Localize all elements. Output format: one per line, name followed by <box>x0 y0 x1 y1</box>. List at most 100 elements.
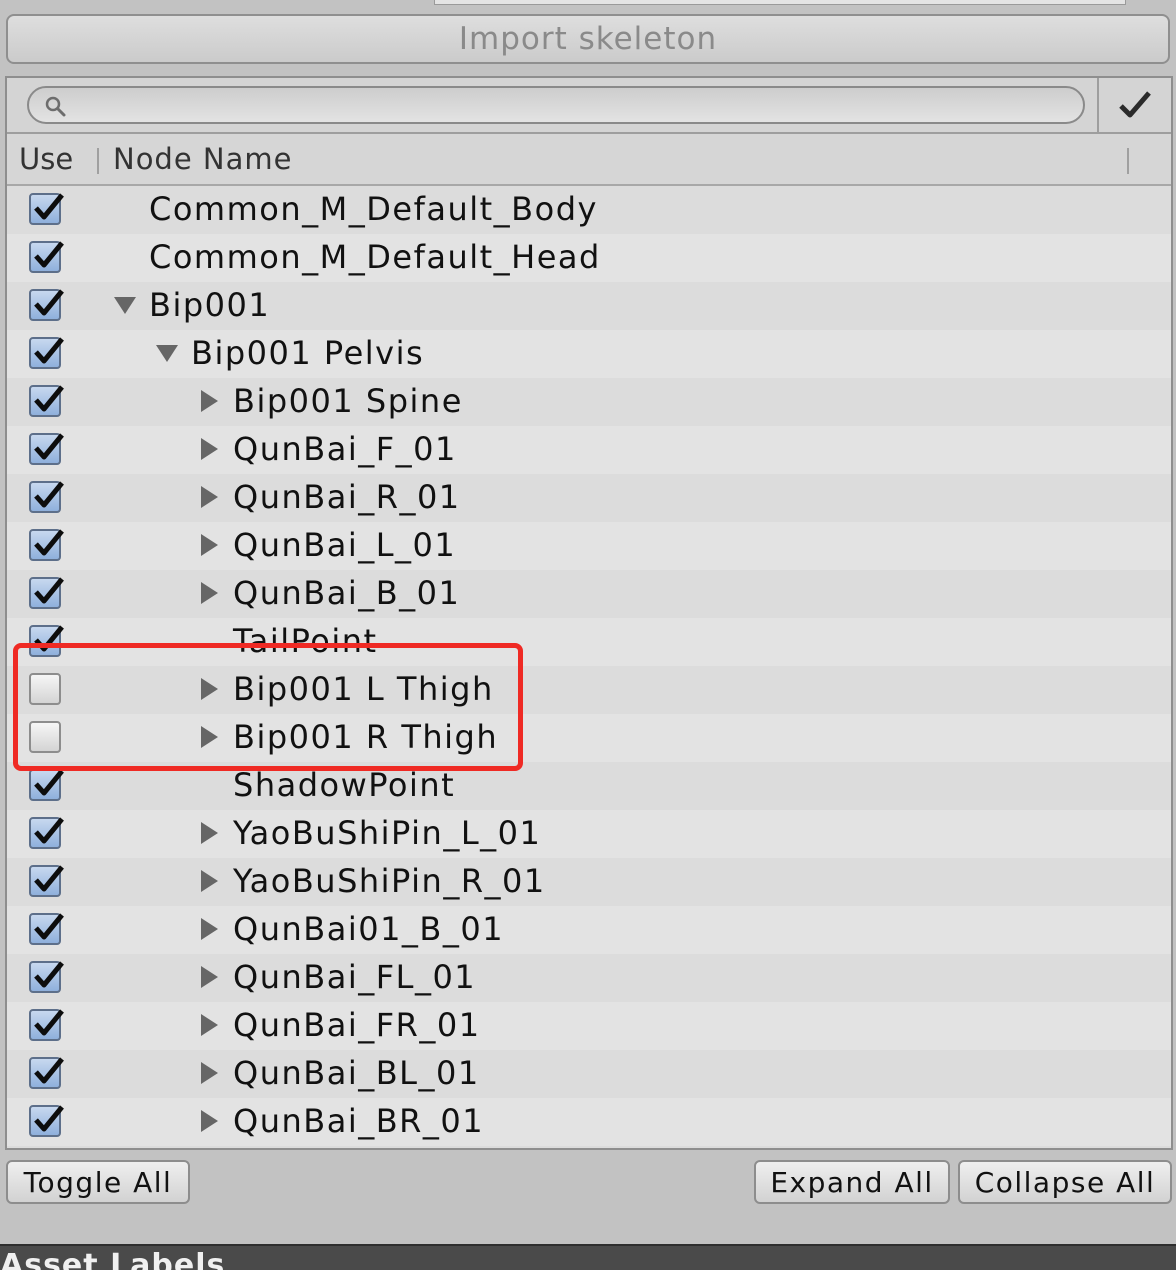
triangle-right-icon[interactable] <box>197 1012 221 1038</box>
top-strip <box>0 0 1176 14</box>
triangle-right-icon[interactable] <box>197 676 221 702</box>
collapse-all-button[interactable]: Collapse All <box>958 1160 1172 1204</box>
use-checkbox[interactable] <box>29 913 64 945</box>
use-checkbox[interactable] <box>29 337 64 369</box>
tree-row[interactable]: Common_M_Default_Head <box>7 234 1171 282</box>
triangle-right-icon[interactable] <box>197 964 221 990</box>
node-name-label: YaoBuShiPin_L_01 <box>233 814 542 852</box>
use-checkbox[interactable] <box>29 193 64 225</box>
use-checkbox[interactable] <box>29 577 64 609</box>
node-name-label: QunBai_BR_01 <box>233 1102 485 1140</box>
checkmark-icon <box>34 289 64 316</box>
node-name-label: YaoBuShiPin_R_01 <box>233 862 546 900</box>
tree-row[interactable]: TailPoint <box>7 618 1171 666</box>
use-checkbox[interactable] <box>29 433 64 465</box>
tree-row[interactable]: QunBai_F_01 <box>7 426 1171 474</box>
node-name-label: TailPoint <box>233 622 378 660</box>
use-checkbox[interactable] <box>29 817 64 849</box>
use-checkbox[interactable] <box>29 673 61 705</box>
tree-row[interactable]: YaoBuShiPin_R_01 <box>7 858 1171 906</box>
tree-row[interactable]: QunBai_L_01 <box>7 522 1171 570</box>
triangle-down-icon[interactable] <box>155 340 179 366</box>
tree-row[interactable]: Bip001 <box>7 282 1171 330</box>
use-checkbox[interactable] <box>29 1105 64 1137</box>
tree-row[interactable]: Bip001 R Thigh <box>7 714 1171 762</box>
node-name-label: QunBai_L_01 <box>233 526 457 564</box>
tree-row[interactable]: QunBai_FR_01 <box>7 1002 1171 1050</box>
triangle-right-icon[interactable] <box>197 724 221 750</box>
tree-row[interactable]: Bip001 Spine <box>7 378 1171 426</box>
tree-row[interactable]: QunBai_BL_01 <box>7 1050 1171 1098</box>
triangle-right-icon[interactable] <box>197 820 221 846</box>
use-checkbox[interactable] <box>29 481 64 513</box>
checkmark-icon <box>34 865 64 892</box>
search-icon <box>45 96 66 117</box>
checkmark-icon <box>34 769 64 796</box>
import-skeleton-button[interactable]: Import skeleton <box>6 14 1170 64</box>
use-checkbox[interactable] <box>29 241 64 273</box>
checkmark-icon <box>34 1105 64 1132</box>
checkmark-icon <box>34 1009 64 1036</box>
node-name-label: QunBai01_B_01 <box>233 910 505 948</box>
node-name-label: Common_M_Default_Head <box>149 238 601 276</box>
checkmark-icon <box>34 481 64 508</box>
node-name-label: ShadowPoint <box>233 766 456 804</box>
checkmark-icon <box>34 961 64 988</box>
use-checkbox[interactable] <box>29 1057 64 1089</box>
use-checkbox[interactable] <box>29 721 61 753</box>
checkmark-icon <box>34 577 64 604</box>
skeleton-node-panel: Use Node Name Common_M_Default_Body Commo… <box>5 76 1173 1150</box>
tree-row[interactable]: Bip001 Pelvis <box>7 330 1171 378</box>
use-checkbox[interactable] <box>29 289 64 321</box>
checkmark-icon <box>34 817 64 844</box>
column-end-separator[interactable] <box>1127 148 1129 174</box>
tree-row[interactable]: QunBai_B_01 <box>7 570 1171 618</box>
tree-row[interactable]: QunBai_FL_01 <box>7 954 1171 1002</box>
tree-row[interactable]: Bip001 L Thigh <box>7 666 1171 714</box>
node-name-label: QunBai_F_01 <box>233 430 457 468</box>
confirm-search-button[interactable] <box>1097 78 1171 132</box>
triangle-right-icon[interactable] <box>197 436 221 462</box>
triangle-right-icon[interactable] <box>197 916 221 942</box>
triangle-right-icon[interactable] <box>197 1060 221 1086</box>
use-checkbox[interactable] <box>29 961 64 993</box>
tree-row[interactable]: ShadowPoint <box>7 762 1171 810</box>
use-checkbox[interactable] <box>29 865 64 897</box>
search-input[interactable] <box>27 86 1085 124</box>
column-use[interactable]: Use <box>19 142 73 176</box>
triangle-right-icon[interactable] <box>197 580 221 606</box>
triangle-right-icon[interactable] <box>197 868 221 894</box>
triangle-down-icon[interactable] <box>113 292 137 318</box>
use-checkbox[interactable] <box>29 529 64 561</box>
expand-all-button[interactable]: Expand All <box>754 1160 950 1204</box>
use-checkbox[interactable] <box>29 385 64 417</box>
checkmark-icon <box>34 1057 64 1084</box>
column-header: Use Node Name <box>7 134 1171 186</box>
checkmark-icon <box>34 193 64 220</box>
triangle-right-icon[interactable] <box>197 1108 221 1134</box>
tree-row[interactable]: Common_M_Default_Body <box>7 186 1171 234</box>
tree-row[interactable]: QunBai_R_01 <box>7 474 1171 522</box>
search-row <box>7 78 1171 134</box>
tree-row[interactable]: QunBai01_B_01 <box>7 906 1171 954</box>
checkmark-icon <box>34 529 64 556</box>
tree-row[interactable]: QunBai_BR_01 <box>7 1098 1171 1146</box>
checkmark-icon <box>34 433 64 460</box>
tree-row[interactable]: YaoBuShiPin_L_01 <box>7 810 1171 858</box>
use-checkbox[interactable] <box>29 625 64 657</box>
use-checkbox[interactable] <box>29 1009 64 1041</box>
checkmark-icon <box>34 241 64 268</box>
toggle-all-button[interactable]: Toggle All <box>6 1160 190 1204</box>
checkmark-icon <box>34 625 64 652</box>
column-node-name[interactable]: Node Name <box>113 142 292 176</box>
node-name-label: Bip001 Pelvis <box>191 334 425 372</box>
triangle-right-icon[interactable] <box>197 484 221 510</box>
use-checkbox[interactable] <box>29 769 64 801</box>
checkmark-icon <box>34 913 64 940</box>
column-separator[interactable] <box>97 148 99 174</box>
node-name-label: Bip001 Spine <box>233 382 463 420</box>
checkmark-icon <box>1119 91 1151 118</box>
triangle-right-icon[interactable] <box>197 532 221 558</box>
node-name-label: Bip001 L Thigh <box>233 670 494 708</box>
triangle-right-icon[interactable] <box>197 388 221 414</box>
